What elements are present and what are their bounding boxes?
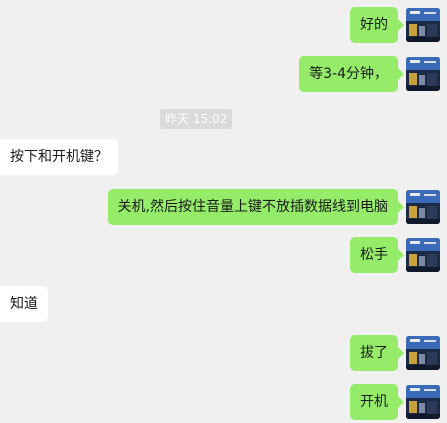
user-avatar-icon [406, 238, 440, 272]
message-bubble[interactable]: 按下和开机键？ [0, 139, 118, 175]
message-bubble[interactable]: 好的 [350, 7, 404, 43]
user-avatar-icon [406, 336, 440, 370]
avatar[interactable] [406, 336, 440, 370]
user-avatar-icon [406, 57, 440, 91]
message-row: 松手 [0, 237, 447, 273]
user-avatar-icon [406, 385, 440, 419]
user-avatar-icon [406, 8, 440, 42]
message-row: 等3-4分钟， [0, 56, 447, 92]
message-bubble[interactable]: 拔了 [350, 335, 404, 371]
message-bubble[interactable]: 松手 [350, 237, 404, 273]
message-row: 好的 [0, 7, 447, 43]
message-bubble[interactable]: 开机 [350, 384, 404, 420]
message-bubble[interactable]: 等3-4分钟， [299, 56, 404, 92]
message-bubble[interactable]: 关机,然后按住音量上键不放插数据线到电脑 [107, 189, 405, 225]
message-row: 开机 [0, 384, 447, 420]
message-row: 知道 [0, 286, 447, 322]
message-row: 关机,然后按住音量上键不放插数据线到电脑 [0, 189, 447, 225]
avatar[interactable] [406, 8, 440, 42]
message-timestamp: 昨天 15:02 [160, 109, 233, 129]
message-row: 按下和开机键？ [0, 139, 447, 175]
user-avatar-icon [406, 190, 440, 224]
avatar[interactable] [406, 190, 440, 224]
avatar[interactable] [406, 238, 440, 272]
avatar[interactable] [406, 385, 440, 419]
avatar[interactable] [406, 57, 440, 91]
message-row: 拔了 [0, 335, 447, 371]
message-bubble[interactable]: 知道 [0, 286, 48, 322]
